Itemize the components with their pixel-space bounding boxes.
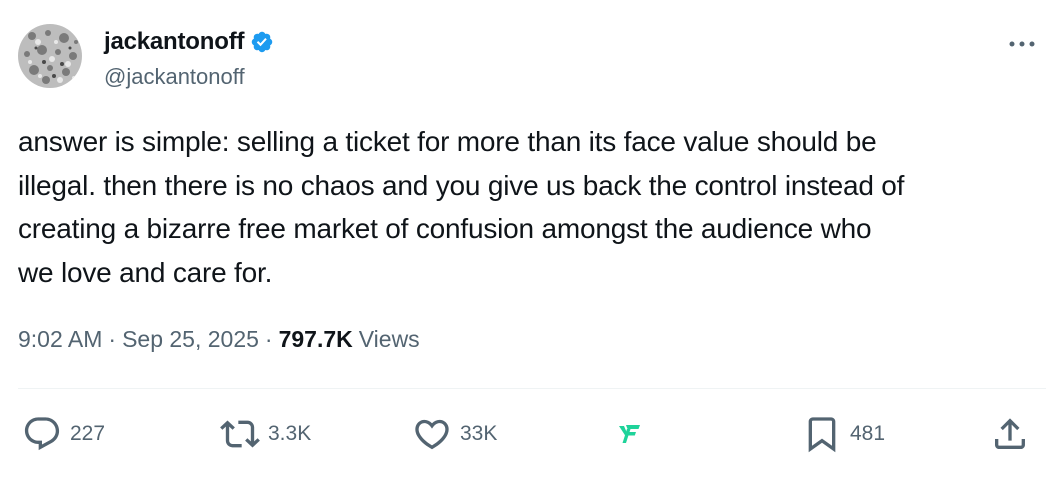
tweet-date[interactable]: Sep 25, 2025 xyxy=(122,326,259,353)
avatar[interactable] xyxy=(18,24,82,88)
retweet-icon xyxy=(220,420,260,448)
views-count[interactable]: 797.7K xyxy=(279,326,353,353)
share-icon xyxy=(995,418,1025,449)
tweet-meta: 9:02 AM · Sep 25, 2025 · 797.7K Views xyxy=(18,326,420,353)
meta-separator: · xyxy=(108,326,117,352)
tweet-time[interactable]: 9:02 AM xyxy=(18,326,102,353)
reply-count: 227 xyxy=(70,422,106,445)
action-bar: 227 3.3K 33K 481 xyxy=(0,412,1064,456)
retweet-count: 3.3K xyxy=(268,422,312,445)
tweet-text-line: creating a bizarre free market of confus… xyxy=(18,213,872,245)
reply-button[interactable]: 227 xyxy=(22,412,105,456)
display-name[interactable]: jackantonoff xyxy=(104,28,244,56)
author-name-row: jackantonoff xyxy=(104,27,274,57)
grok-app-icon xyxy=(619,425,640,443)
reply-icon xyxy=(24,417,60,451)
tweet-text: answer is simple: selling a ticket for m… xyxy=(18,120,1048,294)
bookmark-icon xyxy=(808,417,836,453)
heart-icon xyxy=(415,419,449,450)
like-button[interactable]: 33K xyxy=(412,412,497,456)
like-count: 33K xyxy=(460,422,498,445)
share-button[interactable] xyxy=(990,412,1030,456)
handle[interactable]: @jackantonoff xyxy=(104,64,245,90)
meta-separator: · xyxy=(264,326,273,352)
verified-badge-icon[interactable] xyxy=(250,30,274,54)
views-label: Views xyxy=(358,326,420,352)
bookmark-count: 481 xyxy=(850,422,886,445)
tweet-text-line: answer is simple: selling a ticket for m… xyxy=(18,126,877,157)
more-dots-icon xyxy=(1009,41,1035,47)
avatar-image xyxy=(18,24,82,88)
tweet-text-line: we love and care for. xyxy=(18,256,273,288)
grok-app-button[interactable] xyxy=(616,412,642,456)
more-options-button[interactable] xyxy=(1000,34,1044,54)
tweet-text-line: illegal. then there is no chaos and you … xyxy=(18,169,905,201)
bookmark-button[interactable]: 481 xyxy=(802,412,885,456)
retweet-button[interactable]: 3.3K xyxy=(220,412,311,456)
divider xyxy=(18,388,1046,389)
tweet: jackantonoff @jackantonoff answer is sim… xyxy=(0,0,1064,480)
